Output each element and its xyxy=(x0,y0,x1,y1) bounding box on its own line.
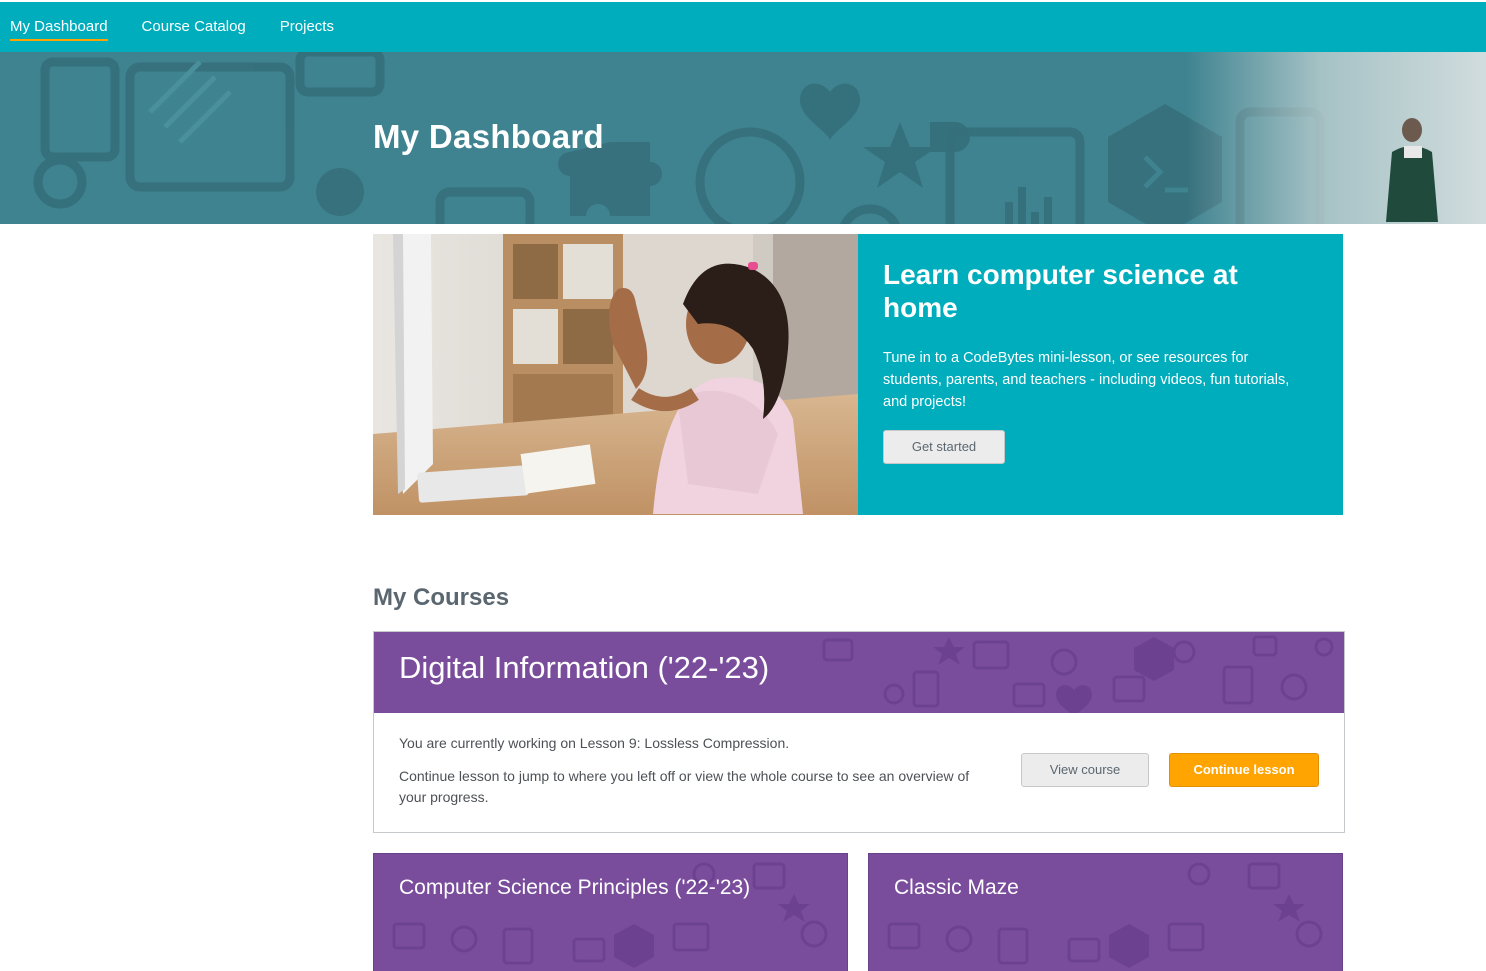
current-lesson-status: You are currently working on Lesson 9: L… xyxy=(399,735,790,751)
promo-heading: Learn computer science at home xyxy=(883,259,1238,323)
promo-panel: Learn computer science at home Tune in t… xyxy=(858,234,1343,515)
my-courses-heading: My Courses xyxy=(373,584,510,611)
hero-banner: My Dashboard xyxy=(0,52,1486,224)
continue-lesson-button[interactable]: Continue lesson xyxy=(1169,753,1319,787)
course-card-classic-maze[interactable]: Classic Maze xyxy=(868,853,1343,971)
course-icon-pattern xyxy=(887,862,1323,968)
course-title-csp[interactable]: Computer Science Principles ('22-'23) xyxy=(399,876,750,900)
nav-my-dashboard[interactable]: My Dashboard xyxy=(10,18,108,41)
student-photo-illustration xyxy=(373,234,858,515)
nav-projects[interactable]: Projects xyxy=(280,18,334,37)
get-started-button[interactable]: Get started xyxy=(883,430,1005,464)
course-body: You are currently working on Lesson 9: L… xyxy=(374,713,1344,832)
course-card-csp[interactable]: Computer Science Principles ('22-'23) xyxy=(373,853,848,971)
promo-description: Tune in to a CodeBytes mini-lesson, or s… xyxy=(883,350,1290,410)
page-title: My Dashboard xyxy=(373,118,604,155)
current-course-title[interactable]: Digital Information ('22-'23) xyxy=(399,650,769,686)
promo-card: Learn computer science at home Tune in t… xyxy=(373,234,1343,515)
top-navigation: My Dashboard Course Catalog Projects xyxy=(0,2,1486,52)
view-course-button[interactable]: View course xyxy=(1021,753,1149,787)
course-icon-pattern xyxy=(392,862,828,968)
course-instructions: Continue lesson to jump to where you lef… xyxy=(399,768,970,805)
course-title-classic-maze[interactable]: Classic Maze xyxy=(894,876,1019,900)
nav-course-catalog[interactable]: Course Catalog xyxy=(142,18,246,37)
course-header: Digital Information ('22-'23) xyxy=(374,632,1344,713)
current-course-card: Digital Information ('22-'23) You are cu… xyxy=(373,631,1345,833)
hero-person-silhouette xyxy=(1386,118,1438,222)
promo-photo xyxy=(373,234,858,515)
